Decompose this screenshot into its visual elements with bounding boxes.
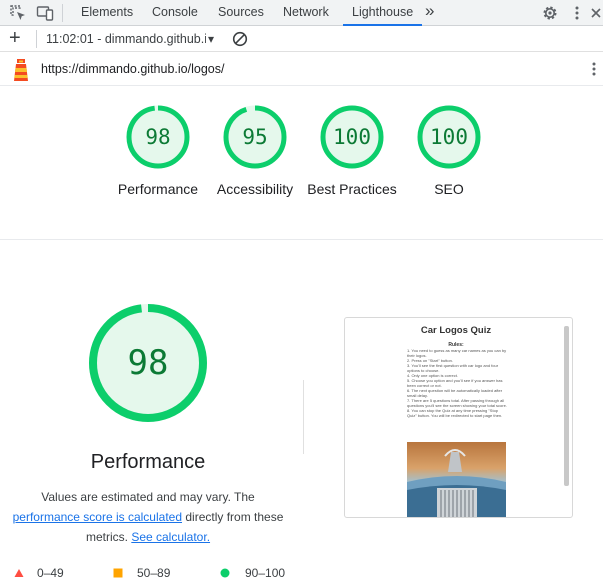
rule-item: 6. The next question will be automatical… [407, 388, 503, 398]
legend-fail: 0–49 [14, 564, 64, 582]
performance-gauge[interactable]: 98 [125, 104, 191, 170]
circle-icon [220, 568, 230, 578]
score-calculation-link[interactable]: performance score is calculated [13, 510, 182, 524]
report-menu-icon[interactable] [590, 60, 598, 83]
best-practices-score: 100 [333, 125, 371, 149]
tab-sources[interactable]: Sources [218, 0, 264, 26]
best-practices-gauge[interactable]: 100 [319, 104, 385, 170]
performance-score: 98 [145, 125, 171, 149]
rule-item: 8. You can stop the Quiz at any time pre… [407, 408, 503, 418]
screenshot-title: Car Logos Quiz [420, 325, 492, 336]
section-divider [0, 239, 603, 240]
more-options-icon[interactable] [568, 4, 586, 22]
device-toolbar-icon[interactable] [36, 4, 54, 22]
rule-item: 3. You'll see the first question with ca… [407, 363, 499, 373]
rule-item: 5. Choose you option and you'll see if y… [407, 378, 503, 388]
performance-main-score: 98 [127, 343, 169, 383]
seo-gauge[interactable]: 100 [416, 104, 482, 170]
best-practices-label: Best Practices [307, 181, 397, 197]
clear-report-icon[interactable] [231, 30, 249, 48]
square-icon [113, 568, 123, 578]
final-screenshot[interactable]: Car Logos Quiz Rules: 1. You need to gue… [344, 317, 573, 518]
accessibility-score: 95 [242, 125, 268, 149]
performance-main-gauge: 98 [87, 302, 209, 424]
legend-average: 50–89 [113, 564, 170, 582]
accessibility-gauge[interactable]: 95 [222, 104, 288, 170]
vertical-divider [303, 380, 304, 454]
rule-item: 1. You need to guess as many car names a… [407, 348, 507, 358]
more-tabs-button[interactable]: » [425, 0, 434, 26]
devtools-tab-bar: Elements Console Sources Network Lightho… [0, 0, 603, 26]
settings-gear-icon[interactable] [541, 4, 559, 22]
lighthouse-logo-icon [11, 58, 31, 87]
report-url-bar: https://dimmando.github.io/logos/ [0, 52, 603, 86]
tab-console[interactable]: Console [152, 0, 198, 26]
seo-label: SEO [434, 181, 464, 197]
legend-range: 0–49 [37, 566, 64, 580]
see-calculator-link[interactable]: See calculator. [131, 530, 210, 544]
tab-network[interactable]: Network [283, 0, 329, 26]
report-url[interactable]: https://dimmando.github.io/logos/ [41, 52, 224, 86]
car-hood-image [407, 442, 506, 517]
screenshot-rules: 1. You need to guess as many car names a… [407, 348, 507, 418]
lighthouse-toolbar: + 11:02:01 - dimmando.github.io ▾ [0, 26, 603, 52]
screenshot-scrollbar [564, 326, 569, 486]
inspect-element-icon[interactable] [9, 4, 27, 22]
tab-lighthouse[interactable]: Lighthouse [343, 0, 423, 26]
toolbar-divider [62, 4, 63, 22]
toolbar-divider [36, 30, 37, 48]
legend-range: 50–89 [137, 566, 171, 580]
performance-description: Values are estimated and may vary. The p… [0, 487, 296, 547]
new-report-button[interactable]: + [9, 26, 21, 52]
performance-heading: Performance [90, 451, 206, 473]
seo-score: 100 [430, 125, 468, 149]
accessibility-label: Accessibility [216, 181, 294, 197]
tab-elements[interactable]: Elements [81, 0, 133, 26]
report-dropdown-icon[interactable]: ▾ [208, 26, 214, 52]
rule-item: 7. There are 5 questions total. After pa… [407, 398, 507, 408]
performance-label: Performance [117, 181, 199, 197]
close-devtools-icon[interactable] [589, 4, 603, 22]
triangle-icon [14, 569, 24, 577]
description-text: Values are estimated and may vary. The [41, 490, 255, 504]
legend-range: 90–100 [245, 566, 286, 580]
report-select[interactable]: 11:02:01 - dimmando.github.io [46, 26, 206, 52]
legend-pass: 90–100 [220, 564, 285, 582]
